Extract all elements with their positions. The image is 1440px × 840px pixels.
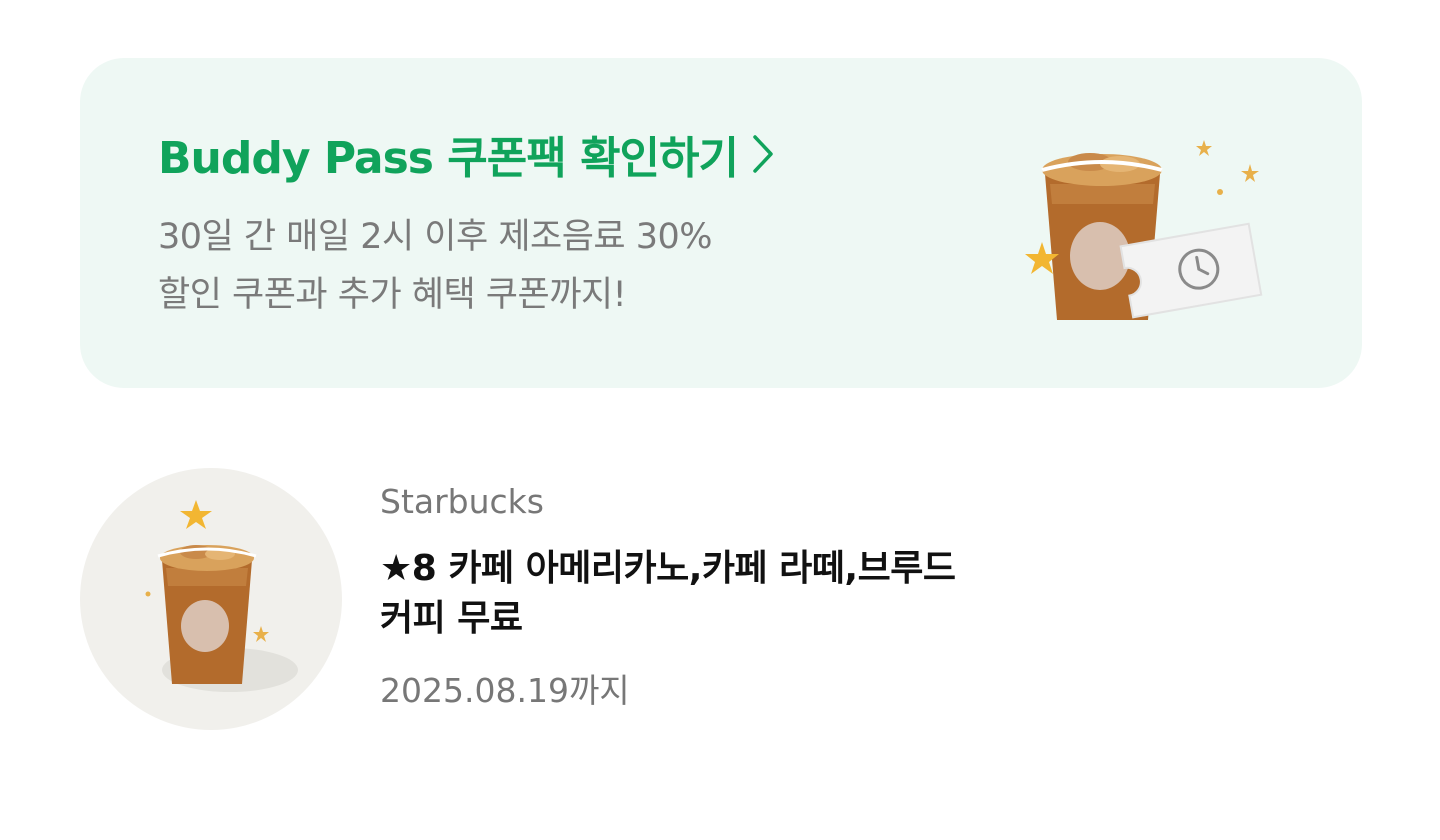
banner-title-link[interactable]: Buddy Pass 쿠폰팩 확인하기 <box>158 122 774 186</box>
coupon-item[interactable]: Starbucks ★8 카페 아메리카노,카페 라떼,브루드 커피 무료 20… <box>80 468 1080 738</box>
iced-coffee-illustration <box>145 500 298 692</box>
banner-desc-line-1: 30일 간 매일 2시 이후 제조음료 30% <box>158 217 713 257</box>
banner-description: 30일 간 매일 2시 이후 제조음료 30% 할인 쿠폰과 추가 혜택 쿠폰까… <box>158 208 713 324</box>
star-icon <box>1241 164 1259 182</box>
coupon-expiry: 2025.08.19까지 <box>380 671 630 710</box>
chevron-right-icon <box>753 135 773 173</box>
buddy-pass-banner[interactable]: Buddy Pass 쿠폰팩 확인하기 30일 간 매일 2시 이후 제조음료 … <box>80 58 1362 388</box>
banner-title: Buddy Pass 쿠폰팩 확인하기 <box>158 133 739 184</box>
star-icon <box>253 626 269 642</box>
coupon-title: ★8 카페 아메리카노,카페 라떼,브루드 커피 무료 <box>380 544 956 644</box>
star-icon <box>180 500 212 529</box>
coupon-title-line-2: 커피 무료 <box>380 598 523 639</box>
star-icon <box>1196 140 1212 156</box>
coupon-thumbnail <box>80 468 342 730</box>
coupon-brand: Starbucks <box>380 482 544 521</box>
coupon-title-line-1: ★8 카페 아메리카노,카페 라떼,브루드 <box>380 548 956 589</box>
banner-desc-line-2: 할인 쿠폰과 추가 혜택 쿠폰까지! <box>158 275 627 315</box>
iced-coffee-ticket-illustration <box>1025 140 1263 320</box>
